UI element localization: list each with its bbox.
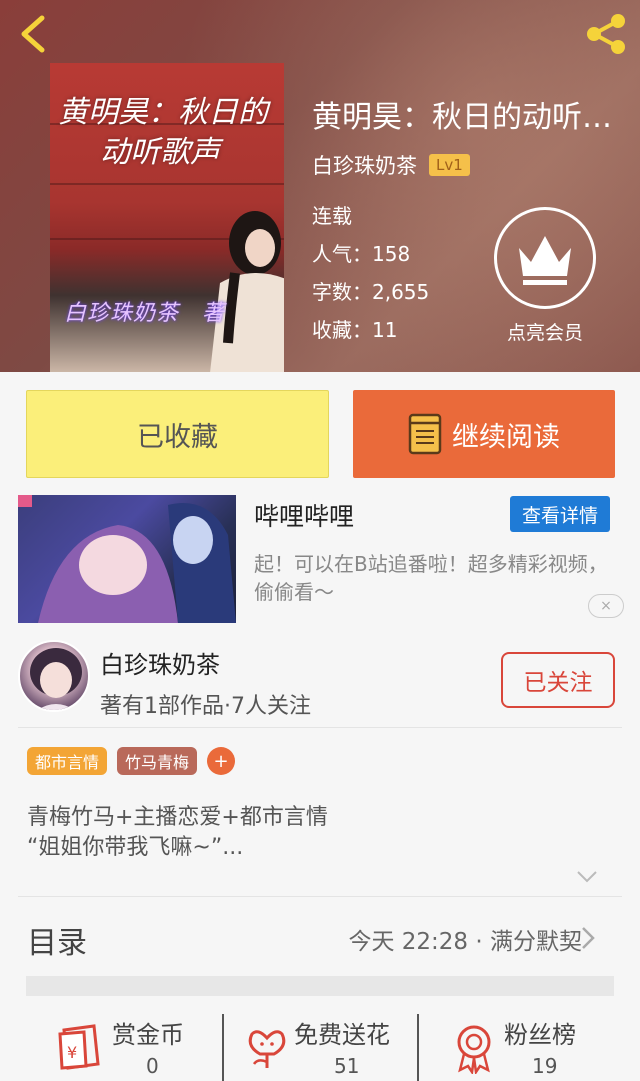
cover-title: 黄明昊：秋日的 动听歌声 <box>58 95 268 170</box>
book-author-row[interactable]: 白珍珠奶茶 Lv1 <box>312 150 470 180</box>
author-avatar[interactable] <box>18 640 90 712</box>
follow-button[interactable]: 已关注 <box>501 652 615 708</box>
favorites-stat: 收藏：11 <box>312 318 398 342</box>
reward-coins-label: 赏金币 <box>112 1021 184 1049</box>
book-title: 黄明昊：秋日的动听… <box>312 100 612 135</box>
divider <box>18 896 622 897</box>
synopsis[interactable]: 青梅竹马+主播恋爱+都市言情 “姐姐你带我飞嘛~”... <box>27 803 328 863</box>
author-card-info: 著有1部作品·7人关注 <box>100 694 311 719</box>
continue-reading-label: 继续阅读 <box>452 421 560 453</box>
tag-item[interactable]: 都市言情 <box>27 747 108 775</box>
share-button[interactable] <box>582 12 630 56</box>
catalog-latest-chapter[interactable]: 今天 22:28 · 满分默契 <box>348 922 582 956</box>
book-author[interactable]: 白珍珠奶茶 <box>312 150 417 180</box>
tag-list: 都市言情 竹马青梅 + <box>27 747 236 775</box>
reward-coins-button[interactable]: ¥ 赏金币 0 <box>52 1012 212 1081</box>
vip-label: 点亮会员 <box>506 322 583 344</box>
popularity-stat: 人气：158 <box>312 242 411 266</box>
ad-close-button[interactable]: × <box>588 594 624 618</box>
section-separator <box>26 976 614 996</box>
send-flowers-button[interactable]: 免费送花 51 <box>240 1012 410 1081</box>
ad-anime-image <box>18 495 236 623</box>
reward-coins-value: 0 <box>146 1054 159 1078</box>
word-count-stat: 字数：2,655 <box>312 280 430 304</box>
vip-button[interactable] <box>494 207 596 309</box>
send-flowers-value: 51 <box>334 1054 360 1078</box>
ad-title[interactable]: 哔哩哔哩 <box>254 497 354 533</box>
crown-icon <box>519 236 571 285</box>
tag-item[interactable]: 竹马青梅 <box>117 747 198 775</box>
divider <box>18 727 622 728</box>
collected-button[interactable]: 已收藏 <box>26 390 329 478</box>
book-status: 连载 <box>312 204 352 228</box>
divider <box>417 1014 419 1081</box>
add-tag-button[interactable]: + <box>207 747 236 775</box>
chevron-right-icon[interactable] <box>580 925 596 951</box>
fan-ranking-value: 19 <box>532 1054 558 1078</box>
book-cover[interactable]: 黄明昊：秋日的 动听歌声 白珍珠奶茶 著 <box>50 63 284 372</box>
back-button[interactable] <box>14 12 58 56</box>
cover-person-image <box>210 211 284 372</box>
flower-icon <box>248 1030 286 1068</box>
synopsis-line: “姐姐你带我飞嘛~”... <box>27 835 244 860</box>
continue-reading-button[interactable]: 继续阅读 <box>353 390 615 478</box>
level-badge: Lv1 <box>429 154 470 176</box>
back-arrow-icon <box>21 15 45 53</box>
svg-text:¥: ¥ <box>67 1043 77 1062</box>
synopsis-line: 青梅竹马+主播恋爱+都市言情 <box>27 805 328 830</box>
medal-icon <box>457 1025 491 1074</box>
send-flowers-label: 免费送花 <box>294 1021 390 1049</box>
plus-icon: + <box>213 750 229 772</box>
author-card-name[interactable]: 白珍珠奶茶 <box>100 645 220 680</box>
close-icon: × <box>600 598 612 614</box>
ad-description: 起！可以在B站追番啦！超多精彩视频，偷偷看～ <box>254 552 608 604</box>
red-envelope-icon: ¥ <box>58 1024 100 1070</box>
catalog-label[interactable]: 目录 <box>27 918 87 962</box>
share-icon <box>587 14 625 54</box>
cover-signature: 白珍珠奶茶 著 <box>64 301 226 326</box>
ad-image[interactable] <box>18 495 236 623</box>
book-icon <box>408 413 442 455</box>
chevron-down-icon[interactable] <box>576 870 598 884</box>
fan-ranking-label: 粉丝榜 <box>504 1021 576 1049</box>
divider <box>222 1014 224 1081</box>
fan-ranking-button[interactable]: 粉丝榜 19 <box>450 1012 610 1081</box>
avatar-image <box>30 648 82 710</box>
ad-detail-button[interactable]: 查看详情 <box>510 496 610 532</box>
collected-label: 已收藏 <box>137 421 218 453</box>
book-header: 黄明昊：秋日的 动听歌声 白珍珠奶茶 著 黄明昊：秋日的动听… 白珍珠奶茶 Lv… <box>0 0 640 372</box>
